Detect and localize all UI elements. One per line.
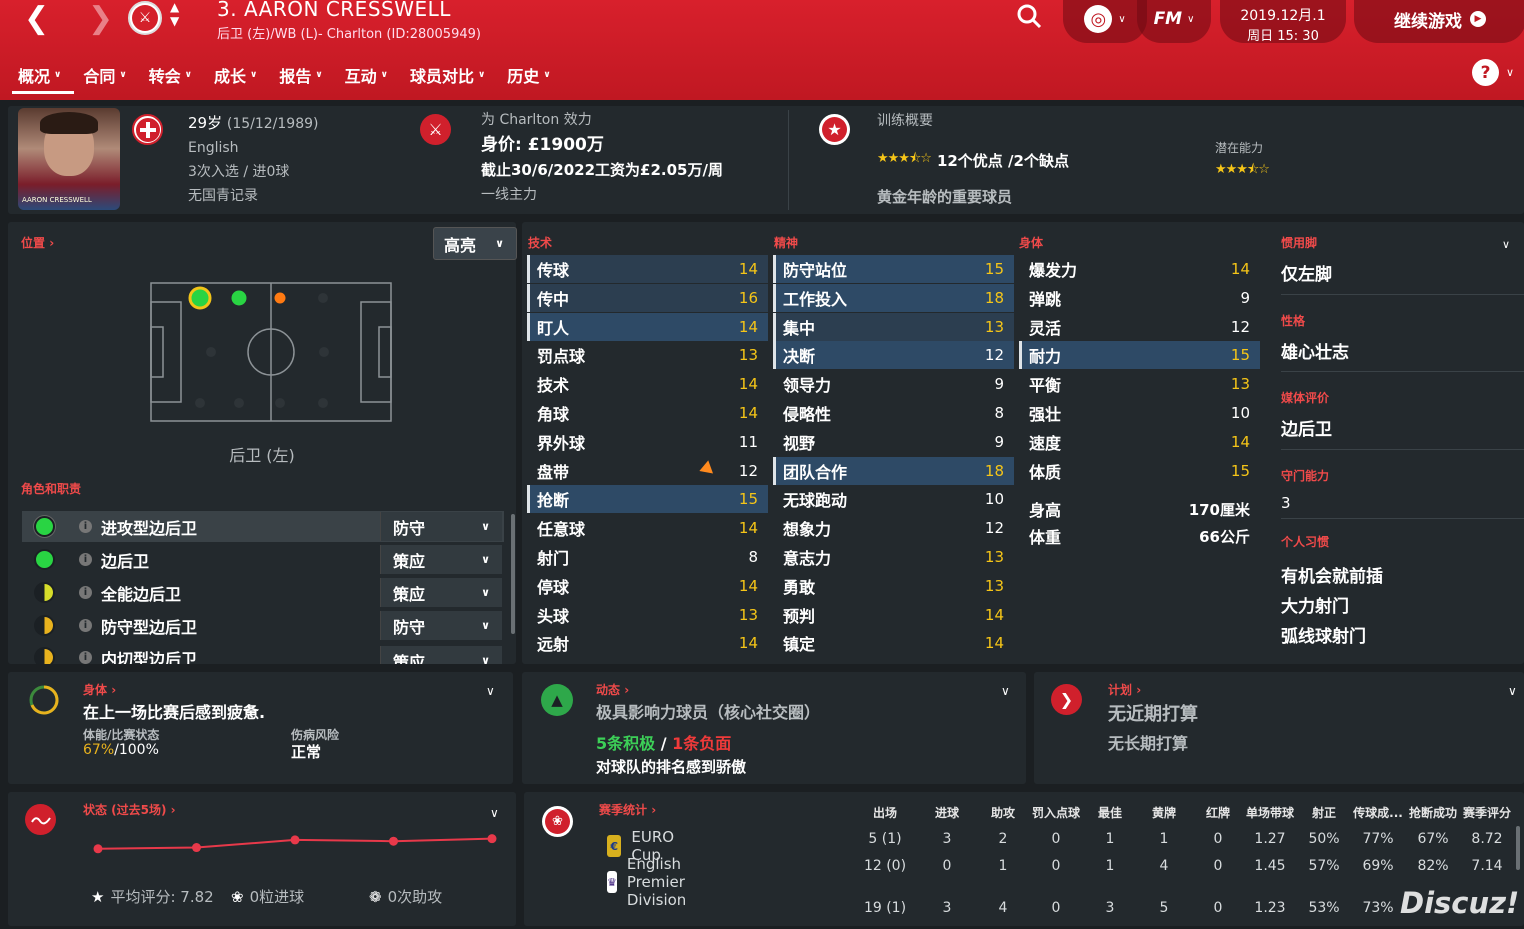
goals-count: 0粒进球 bbox=[249, 888, 305, 906]
stats-total-cell: 5 bbox=[1159, 900, 1169, 916]
competition-logo-icon: ♛ bbox=[607, 871, 617, 893]
stats-total-cell: 73% bbox=[1362, 900, 1394, 916]
ball-icon: ❀ bbox=[231, 887, 244, 906]
stats-total-cell: 53% bbox=[1308, 900, 1340, 916]
stats-total-cell: 4 bbox=[998, 900, 1008, 916]
star-icon: ★ bbox=[91, 887, 105, 906]
stats-total-cell: 19 (1) bbox=[863, 900, 907, 916]
stats-total-cell: 1.23 bbox=[1254, 900, 1286, 916]
stats-total-cell: 3 bbox=[942, 900, 952, 916]
assist-icon: ❁ bbox=[369, 887, 382, 906]
stats-total-cell: 0 bbox=[1213, 900, 1223, 916]
average-rating: 平均评分: 7.82 bbox=[110, 888, 214, 906]
stats-total-cell: 3 bbox=[1105, 900, 1115, 916]
assists-count: 0次助攻 bbox=[387, 888, 443, 906]
watermark: Discuz! bbox=[1400, 886, 1520, 920]
stats-row[interactable]: CCarabao Cup2 (0)0101000.00-80%76%7.45 bbox=[0, 0, 1524, 865]
stats-total-cell: 0 bbox=[1051, 900, 1061, 916]
